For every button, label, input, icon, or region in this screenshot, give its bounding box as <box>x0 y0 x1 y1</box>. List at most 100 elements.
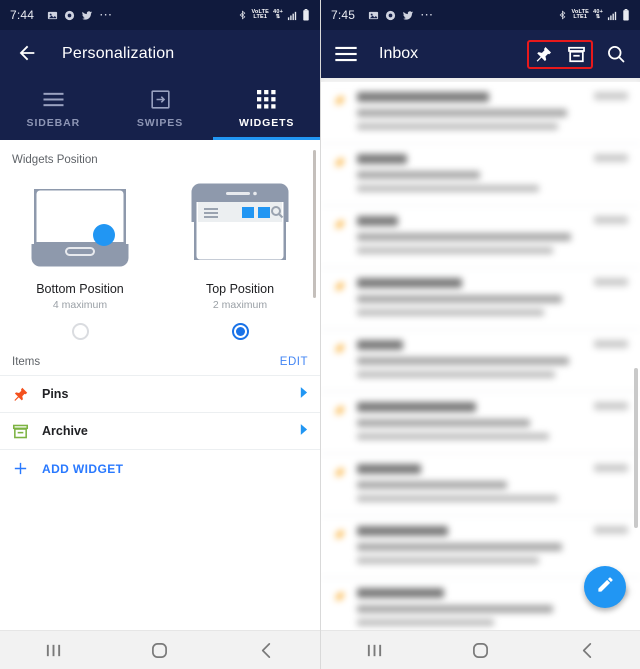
more-dots-icon: ⋯ <box>420 7 435 22</box>
list-item-pins[interactable]: Pins <box>0 376 320 413</box>
volte-icon: VoLTE LTE1 <box>251 9 270 20</box>
twitter-icon <box>81 10 93 21</box>
battery-icon <box>302 9 310 21</box>
right-screen-inbox: 7:45 ⋯ VoLTE LTE1 40+ ⇅ Inbox <box>320 0 640 669</box>
back-icon[interactable] <box>558 635 618 665</box>
mail-content <box>357 92 585 135</box>
mail-snippet <box>357 495 558 502</box>
back-arrow-icon[interactable] <box>16 42 40 66</box>
list-item[interactable] <box>321 268 640 330</box>
pin-indicator-icon <box>333 154 348 197</box>
app-bar: Personalization <box>0 30 320 78</box>
tab-swipes-label: SWIPES <box>136 116 184 129</box>
lte-speed-icon: 40+ ⇅ <box>273 9 283 20</box>
position-option-bottom[interactable]: Bottom Position 4 maximum <box>0 176 160 340</box>
recents-icon[interactable] <box>344 635 404 665</box>
mail-content <box>357 464 585 507</box>
tab-sidebar[interactable]: SIDEBAR <box>0 78 107 140</box>
recents-icon[interactable] <box>23 635 83 665</box>
tab-swipes[interactable]: SWIPES <box>107 78 214 140</box>
pin-indicator-icon <box>333 278 348 321</box>
status-bar: 7:45 ⋯ VoLTE LTE1 40+ ⇅ <box>321 0 640 30</box>
list-item-archive-label: Archive <box>42 424 88 438</box>
edit-button[interactable]: EDIT <box>280 356 308 368</box>
status-bar-clock: 7:44 <box>10 8 35 22</box>
mail-snippet <box>357 123 558 130</box>
widgets-settings-content: Widgets Position Bottom Position 4 maxim… <box>0 140 320 630</box>
mail-subject <box>357 419 531 427</box>
swipe-arrow-icon <box>150 90 170 110</box>
home-icon[interactable] <box>451 635 511 665</box>
list-item[interactable] <box>321 392 640 454</box>
mail-sender <box>357 588 444 598</box>
search-icon[interactable] <box>606 44 626 64</box>
radio-top-position[interactable] <box>231 323 249 340</box>
position-top-max: 2 maximum <box>212 299 268 311</box>
items-label: Items <box>12 356 41 368</box>
list-item[interactable] <box>321 206 640 268</box>
widget-items-list: Pins Archive ADD WIDGET <box>0 375 320 487</box>
list-item-archive[interactable]: Archive <box>0 413 320 450</box>
tab-widgets[interactable]: WIDGETS <box>213 78 320 140</box>
pin-indicator-icon <box>333 92 348 135</box>
pin-indicator-icon <box>333 340 348 383</box>
mail-content <box>357 278 585 321</box>
widgets-position-title: Widgets Position <box>12 154 98 166</box>
pin-icon[interactable] <box>534 45 553 64</box>
volte-icon: VoLTE LTE1 <box>571 9 590 20</box>
list-item[interactable] <box>321 144 640 206</box>
system-nav-bar <box>321 630 640 669</box>
volte-label: VoLTE <box>571 9 590 15</box>
archive-icon <box>12 423 42 440</box>
status-bar-right: VoLTE LTE1 40+ ⇅ <box>558 9 630 21</box>
mail-content <box>357 154 585 197</box>
scrollbar-left[interactable] <box>313 150 316 298</box>
compose-pencil-icon <box>596 575 615 599</box>
list-item[interactable] <box>321 454 640 516</box>
mail-sender <box>357 402 476 412</box>
status-bar-right: VoLTE LTE1 40+ ⇅ <box>238 9 310 21</box>
status-bar: 7:44 ⋯ VoLTE LTE1 40+ ⇅ <box>0 0 320 30</box>
pin-icon <box>12 386 42 403</box>
back-icon[interactable] <box>237 635 297 665</box>
mail-time <box>594 278 628 286</box>
phone-top-toolbar-illustration <box>188 176 292 272</box>
mail-time <box>594 402 628 410</box>
scrollbar-right[interactable] <box>634 368 638 528</box>
mail-subject <box>357 357 570 365</box>
signal-icon <box>287 10 298 21</box>
pin-indicator-icon <box>333 588 348 630</box>
mail-sender <box>357 154 408 164</box>
position-bottom-max: 4 maximum <box>52 299 108 311</box>
mail-content <box>357 526 585 569</box>
list-item[interactable] <box>321 82 640 144</box>
mail-subject <box>357 543 563 551</box>
mail-content <box>357 588 585 630</box>
mail-snippet <box>357 619 494 626</box>
bluetooth-icon <box>238 9 247 21</box>
position-option-top[interactable]: Top Position 2 maximum <box>160 176 320 340</box>
mail-sender <box>357 278 462 288</box>
tab-bar: SIDEBAR SWIPES WIDGETS <box>0 78 320 140</box>
photos-icon <box>368 10 379 21</box>
archive-icon[interactable] <box>567 45 586 64</box>
radio-bottom-position[interactable] <box>71 323 89 340</box>
mail-sender <box>357 340 403 350</box>
mail-snippet <box>357 185 540 192</box>
mail-time <box>594 92 628 100</box>
chevron-right-icon <box>299 422 308 440</box>
hamburger-icon[interactable] <box>335 46 357 62</box>
list-item[interactable] <box>321 330 640 392</box>
home-icon[interactable] <box>130 635 190 665</box>
mail-time <box>594 526 628 534</box>
mail-content <box>357 340 585 383</box>
plus-icon <box>12 460 42 477</box>
mail-snippet <box>357 433 549 440</box>
mail-snippet <box>357 371 556 378</box>
more-dots-icon: ⋯ <box>99 7 114 22</box>
tab-widgets-label: WIDGETS <box>239 116 295 129</box>
compose-fab-button[interactable] <box>584 566 626 608</box>
pin-indicator-icon <box>333 216 348 259</box>
add-widget-button[interactable]: ADD WIDGET <box>0 450 320 487</box>
lte-label: 40+ <box>593 9 603 15</box>
